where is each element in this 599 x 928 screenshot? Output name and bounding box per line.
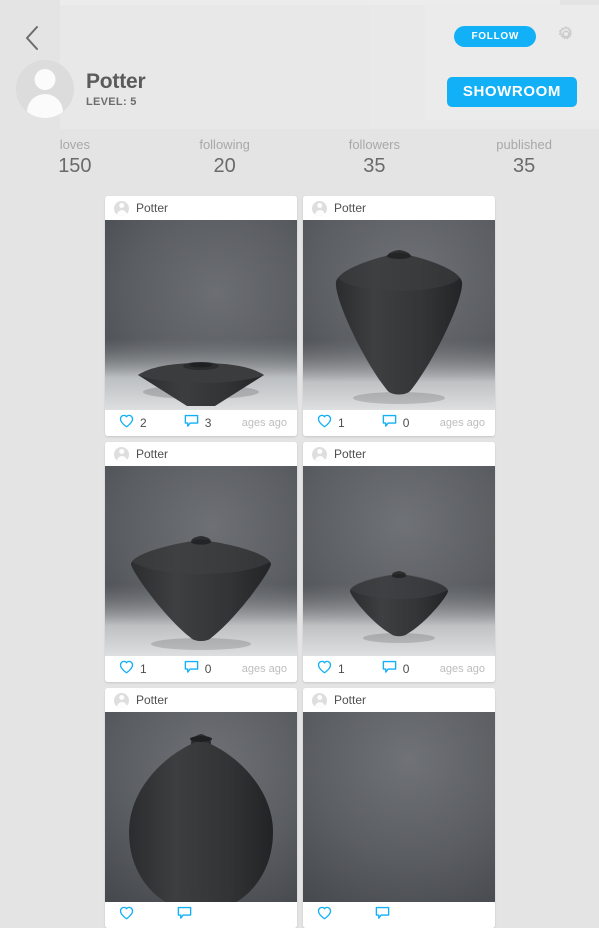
love-button[interactable]: 2 — [119, 414, 147, 433]
post-card-footer: 1 0 ages ago — [303, 410, 495, 436]
speech-bubble-icon — [177, 906, 192, 925]
speech-bubble-icon — [184, 414, 199, 433]
post-photo[interactable] — [105, 220, 297, 410]
post-card[interactable]: Potter — [105, 688, 297, 928]
posts-grid: Potter 2 3 ages ago Potter 1 0 ages ago … — [105, 196, 495, 928]
chevron-left-icon — [24, 25, 40, 51]
stat-published[interactable]: published 35 — [449, 136, 599, 179]
stat-followers[interactable]: followers 35 — [300, 136, 450, 179]
profile-identity: Potter LEVEL: 5 — [86, 70, 146, 109]
heart-outline-icon — [317, 906, 332, 925]
comment-button[interactable]: 3 — [184, 414, 212, 433]
profile-level: LEVEL: 5 — [86, 96, 137, 108]
post-card[interactable]: Potter — [303, 688, 495, 928]
post-card-footer: 1 0 ages ago — [303, 656, 495, 682]
comment-count: 0 — [402, 416, 410, 430]
timestamp: ages ago — [241, 417, 287, 429]
stat-loves[interactable]: loves 150 — [0, 136, 150, 179]
post-card-header: Potter — [105, 442, 297, 466]
timestamp: ages ago — [439, 417, 485, 429]
stat-value: 20 — [213, 155, 236, 177]
post-card[interactable]: Potter — [303, 442, 495, 682]
love-count: 2 — [140, 416, 147, 430]
stat-value: 35 — [363, 155, 386, 177]
post-card-footer: 1 0 ages ago — [105, 656, 297, 682]
post-card-footer — [303, 902, 495, 928]
heart-outline-icon — [317, 660, 332, 679]
follow-button[interactable]: FOLLOW — [454, 26, 536, 47]
love-button[interactable]: 1 — [119, 660, 147, 679]
person-avatar-icon — [312, 446, 327, 462]
comment-count: 0 — [204, 662, 212, 676]
love-count: 1 — [140, 662, 147, 676]
love-button[interactable] — [317, 906, 338, 925]
stat-value: 150 — [58, 155, 92, 177]
stat-label: following — [199, 137, 250, 152]
post-photo[interactable] — [303, 712, 495, 902]
speech-bubble-icon — [375, 906, 390, 925]
post-card-header: Potter — [303, 442, 495, 466]
speech-bubble-icon — [382, 660, 397, 679]
post-card-header: Potter — [303, 196, 495, 220]
comment-button[interactable] — [375, 906, 396, 925]
post-card-footer: 2 3 ages ago — [105, 410, 297, 436]
person-avatar-icon — [114, 200, 129, 216]
comment-button[interactable] — [177, 906, 198, 925]
post-card-header: Potter — [105, 688, 297, 712]
timestamp: ages ago — [439, 663, 485, 675]
heart-outline-icon — [317, 414, 332, 433]
person-avatar-icon — [312, 692, 327, 708]
stat-following[interactable]: following 20 — [150, 136, 300, 179]
comment-count: 3 — [204, 416, 212, 430]
post-author: Potter — [136, 693, 169, 707]
love-button[interactable] — [119, 906, 140, 925]
speech-bubble-icon — [382, 414, 397, 433]
post-card-footer — [105, 902, 297, 928]
love-button[interactable]: 1 — [317, 660, 345, 679]
gear-icon — [557, 25, 575, 48]
love-count: 1 — [338, 662, 345, 676]
speech-bubble-icon — [184, 660, 199, 679]
post-author: Potter — [334, 201, 367, 215]
back-button[interactable] — [14, 20, 50, 56]
post-card-header: Potter — [303, 688, 495, 712]
comment-button[interactable]: 0 — [184, 660, 212, 679]
page-title: Potter — [86, 70, 146, 93]
person-avatar-icon — [114, 692, 129, 708]
post-photo[interactable] — [105, 466, 297, 656]
stat-label: loves — [59, 137, 91, 152]
post-author: Potter — [136, 447, 169, 461]
post-author: Potter — [334, 447, 367, 461]
settings-button[interactable] — [555, 25, 577, 47]
post-author: Potter — [334, 693, 367, 707]
profile-header: Potter LEVEL: 5 FOLLOW SHOWROOM — [0, 0, 599, 131]
love-count: 1 — [338, 416, 345, 430]
post-card[interactable]: Potter — [303, 196, 495, 436]
stat-label: published — [496, 137, 552, 152]
post-card[interactable]: Potter — [105, 442, 297, 682]
person-avatar-icon — [312, 200, 327, 216]
post-author: Potter — [136, 201, 169, 215]
timestamp: ages ago — [241, 663, 287, 675]
heart-outline-icon — [119, 660, 134, 679]
profile-stats: loves 150 following 20 followers 35 publ… — [0, 136, 599, 179]
person-avatar-icon — [114, 446, 129, 462]
comment-count: 0 — [402, 662, 410, 676]
person-avatar-body — [27, 94, 63, 118]
heart-outline-icon — [119, 414, 134, 433]
post-photo[interactable] — [303, 466, 495, 656]
heart-outline-icon — [119, 906, 134, 925]
post-card[interactable]: Potter — [105, 196, 297, 436]
stat-label: followers — [348, 137, 401, 152]
post-card-header: Potter — [105, 196, 297, 220]
comment-button[interactable]: 0 — [382, 414, 410, 433]
love-button[interactable]: 1 — [317, 414, 345, 433]
showroom-button[interactable]: SHOWROOM — [446, 77, 577, 107]
avatar[interactable] — [16, 60, 74, 118]
stat-value: 35 — [513, 155, 536, 177]
post-photo[interactable] — [303, 220, 495, 410]
post-photo[interactable] — [105, 712, 297, 902]
person-avatar-icon — [34, 69, 56, 90]
comment-button[interactable]: 0 — [382, 660, 410, 679]
